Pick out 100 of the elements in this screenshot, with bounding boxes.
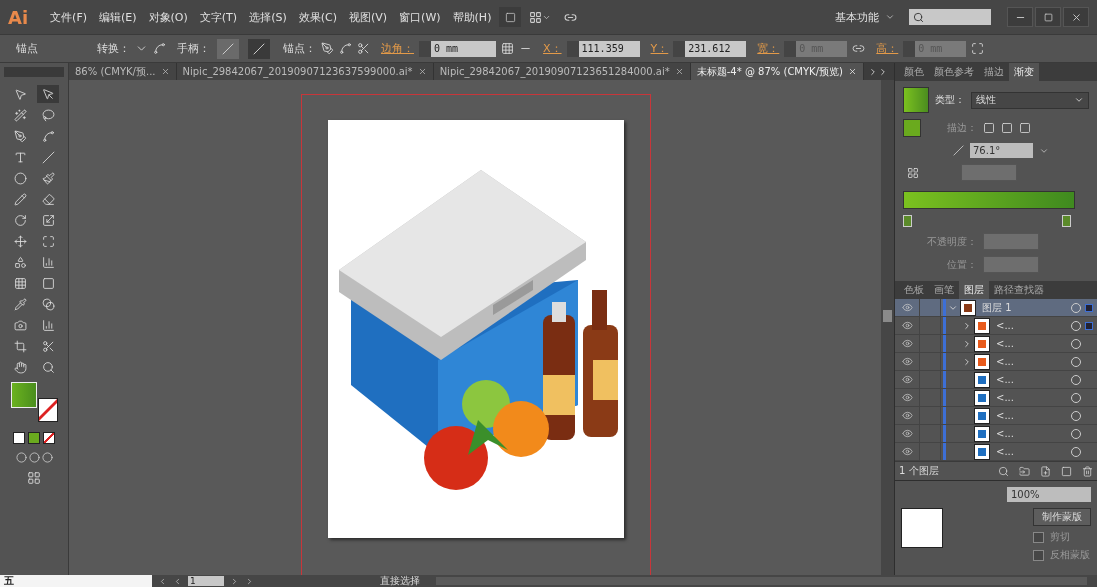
stroke-option-icon[interactable]: [1001, 122, 1013, 134]
pencil-icon[interactable]: [13, 192, 27, 206]
screen-mode-icon[interactable]: [27, 471, 41, 485]
workspace-switcher[interactable]: 基本功能: [835, 9, 879, 25]
magic-wand-icon[interactable]: [13, 108, 27, 122]
scale-icon[interactable]: [41, 213, 55, 227]
panel-tab[interactable]: 图层: [959, 281, 989, 299]
visibility-eye-icon[interactable]: [901, 320, 913, 331]
type-dropdown[interactable]: 线性: [971, 91, 1089, 109]
stroke-swatch[interactable]: [38, 398, 58, 422]
visibility-eye-icon[interactable]: [901, 428, 913, 439]
connect-anchor-icon[interactable]: [339, 42, 352, 55]
layer-row[interactable]: <...: [895, 425, 1097, 443]
close-icon[interactable]: [847, 67, 857, 76]
layer-row[interactable]: 图层 1: [895, 299, 1097, 317]
x-field[interactable]: 111.359: [566, 40, 640, 57]
visibility-eye-icon[interactable]: [901, 356, 913, 367]
angle-icon[interactable]: [953, 145, 964, 156]
lasso-icon[interactable]: [41, 108, 55, 122]
panel-tab[interactable]: 描边: [979, 63, 1009, 81]
checkbox[interactable]: [1033, 531, 1044, 543]
menu-item[interactable]: 视图(V): [343, 9, 394, 25]
previous-artboard-icon[interactable]: [173, 576, 182, 586]
align-icon[interactable]: [501, 42, 514, 55]
close-button[interactable]: [1063, 7, 1089, 27]
new-layer-icon[interactable]: [1061, 465, 1072, 477]
panel-tab[interactable]: 路径查找器: [989, 281, 1049, 299]
type-icon[interactable]: [13, 150, 27, 164]
direct-selection-arrow-icon[interactable]: [41, 87, 55, 101]
delete-icon[interactable]: [1082, 465, 1093, 477]
checkbox[interactable]: [1033, 549, 1044, 561]
mesh-icon[interactable]: [13, 276, 27, 290]
document-tab[interactable]: Nipic_29842067_20190907123637599000.ai*: [176, 63, 434, 80]
panel-tab[interactable]: 画笔: [929, 281, 959, 299]
dropdown-caret-icon[interactable]: [885, 12, 895, 22]
zoom-icon[interactable]: [41, 360, 55, 374]
visibility-eye-icon[interactable]: [901, 302, 913, 313]
hide-handles-icon[interactable]: [248, 38, 270, 59]
vertical-scrollbar[interactable]: [881, 80, 894, 575]
y-field[interactable]: 231.612: [673, 40, 747, 57]
visibility-eye-icon[interactable]: [901, 338, 913, 349]
isolate-icon[interactable]: [971, 42, 985, 55]
stroke-option-icon[interactable]: [983, 122, 995, 134]
gradient-stop[interactable]: [1062, 215, 1071, 227]
menu-item[interactable]: 文件(F): [44, 9, 94, 25]
menu-item[interactable]: 选择(S): [243, 9, 293, 25]
document-tab[interactable]: 未标题-4* @ 87% (CMYK/预览): [690, 63, 864, 80]
stroke-option-icon[interactable]: [1019, 122, 1031, 134]
artboard-icon[interactable]: [13, 339, 27, 353]
none-mode-swatch[interactable]: [43, 432, 55, 444]
slice-icon[interactable]: [41, 339, 55, 353]
paintbrush-icon[interactable]: [41, 171, 55, 185]
visibility-eye-icon[interactable]: [901, 374, 913, 385]
show-handles-icon[interactable]: [217, 38, 239, 59]
layer-row[interactable]: <...: [895, 407, 1097, 425]
corner-field[interactable]: 0 mm: [419, 40, 496, 57]
menu-item[interactable]: 帮助(H): [446, 9, 498, 25]
gradient-swatch[interactable]: [903, 87, 929, 113]
line-icon[interactable]: [41, 150, 55, 164]
panel-tab[interactable]: 颜色: [899, 63, 929, 81]
fill-swatch[interactable]: [903, 119, 921, 137]
selection-arrow-icon[interactable]: [13, 87, 27, 101]
rotate-icon[interactable]: [13, 213, 27, 227]
shape-builder-icon[interactable]: [13, 255, 27, 269]
menu-item[interactable]: 对象(O): [142, 9, 194, 25]
layer-row[interactable]: <...: [895, 335, 1097, 353]
ellipse-icon[interactable]: [13, 171, 27, 185]
gradient-stop[interactable]: [903, 215, 912, 227]
layer-row[interactable]: <...: [895, 353, 1097, 371]
new-sublayer-icon[interactable]: [1040, 465, 1051, 477]
visibility-eye-icon[interactable]: [901, 392, 913, 403]
close-icon[interactable]: [674, 67, 684, 76]
ime-toolbar[interactable]: 五: [0, 575, 152, 587]
eyedropper-icon[interactable]: [13, 297, 27, 311]
menu-item[interactable]: 文字(T): [193, 9, 244, 25]
last-artboard-icon[interactable]: [245, 576, 254, 586]
remove-anchor-icon[interactable]: [321, 42, 334, 55]
panel-tab[interactable]: 色板: [899, 281, 929, 299]
panel-tab[interactable]: 颜色参考: [929, 63, 979, 81]
gradient-mode-swatch[interactable]: [28, 432, 40, 444]
layer-row[interactable]: <...: [895, 443, 1097, 461]
search-icon[interactable]: [998, 465, 1009, 477]
artboard-field[interactable]: 1: [188, 576, 224, 586]
first-artboard-icon[interactable]: [158, 576, 167, 586]
cut-path-icon[interactable]: [357, 42, 370, 55]
visibility-eye-icon[interactable]: [901, 446, 913, 457]
layer-row[interactable]: <...: [895, 389, 1097, 407]
layer-row[interactable]: <...: [895, 371, 1097, 389]
next-artboard-icon[interactable]: [230, 576, 239, 586]
pen-icon[interactable]: [13, 129, 27, 143]
close-icon[interactable]: [417, 67, 427, 76]
convert-to-smooth-icon[interactable]: [153, 42, 166, 55]
graph-icon[interactable]: [41, 318, 55, 332]
hand-icon[interactable]: [13, 360, 27, 374]
search-field[interactable]: [909, 9, 991, 25]
free-transform-icon[interactable]: [41, 234, 55, 248]
eraser-icon[interactable]: [41, 192, 55, 206]
make-mask-button[interactable]: 制作蒙版: [1033, 508, 1091, 526]
document-tab[interactable]: Nipic_29842067_20190907123651284000.ai*: [433, 63, 691, 80]
menu-item[interactable]: 效果(C): [292, 9, 343, 25]
